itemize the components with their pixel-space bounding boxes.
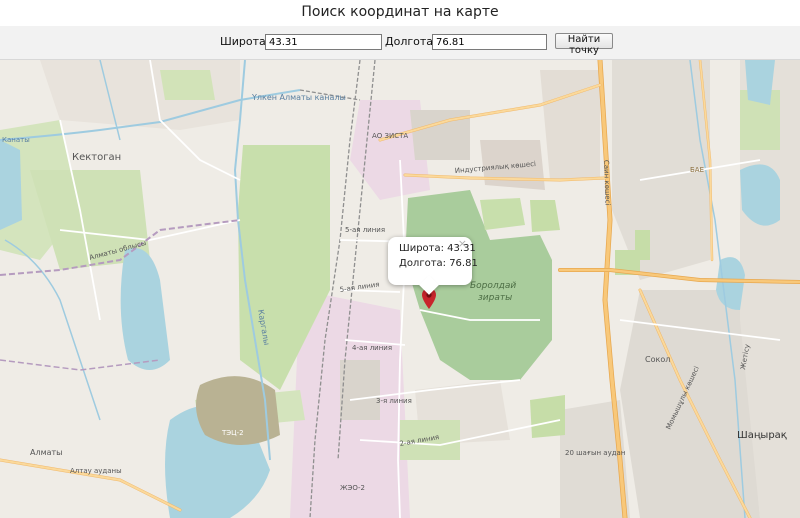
label-sokol: Сокол [645,355,670,364]
find-point-button[interactable]: Найти точку [555,33,613,56]
label-liniya-4: 4-ая линия [352,344,392,352]
label-kanaly: Канаты [2,136,30,144]
label-shanyrak: Шаңырақ [737,430,787,441]
label-ao-zista: АО ЗИСТА [372,132,408,140]
label-altay-audany: Алтау ауданы [70,467,122,475]
label-liniya-3: 3-я линия [376,397,412,405]
label-liniya-5a: 5-ая линия [345,226,385,234]
coordinate-toolbar: Широта: Долгота: Найти точку [0,26,800,60]
latitude-label: Широта: [220,35,270,48]
label-borolday: Боролдай [470,281,516,291]
label-ulken-almaty: Үлкен Алматы каналы [251,93,346,102]
latitude-input[interactable] [265,34,382,50]
label-kektogan: Кектоган [72,152,121,163]
label-zhko2: ЖЭО-2 [340,484,365,492]
label-sain: Саин көшесі [602,160,612,206]
longitude-label: Долгота: [385,35,437,48]
map-view[interactable]: Кектоган Канаты Үлкен Алматы каналы Алма… [0,60,800,518]
label-almaty-road: Алматы [30,448,63,457]
page-title: Поиск координат на карте [301,4,499,20]
map-tiles: Кектоган Канаты Үлкен Алматы каналы Алма… [0,60,800,518]
label-zirati: зираты [478,293,512,303]
label-tec2: ТЭЦ-2 [221,429,244,437]
longitude-input[interactable] [432,34,547,50]
coordinate-popup: × Широта: 43.31 Долгота: 76.81 [388,237,478,295]
page-header: Поиск координат на карте [0,0,800,26]
label-bae: БАЕ [690,166,704,174]
popup-longitude: Долгота: 76.81 [399,258,478,269]
label-raion20: 20 шағын аудан [565,449,625,457]
popup-latitude: Широта: 43.31 [399,243,476,254]
